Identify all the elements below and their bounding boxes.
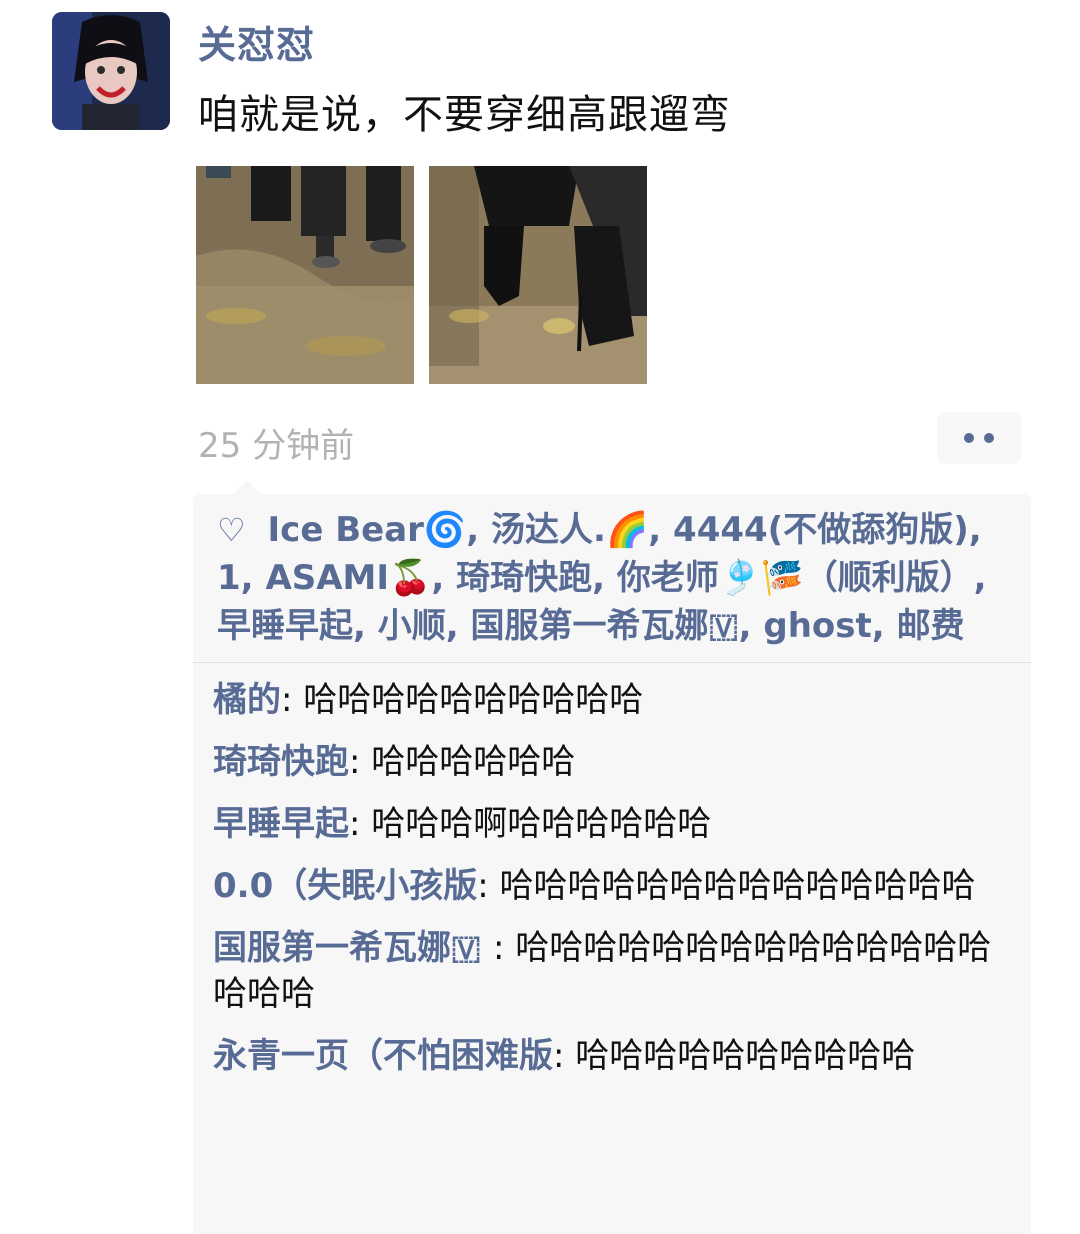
comment-text: 哈哈哈哈哈哈哈哈哈哈 <box>575 1036 916 1076</box>
comment-user[interactable]: 永青一页（不怕困难版 <box>213 1036 553 1076</box>
like-user[interactable]: 你老师🎐🎏（顺利版） <box>617 558 974 598</box>
comment-user[interactable]: 0.0（失眠小孩版 <box>213 866 477 906</box>
two-dots-icon-dot <box>984 433 994 443</box>
comment-text: 哈哈哈哈哈哈哈哈哈哈 <box>303 680 644 720</box>
comment-item[interactable]: 橘的: 哈哈哈哈哈哈哈哈哈哈 <box>213 677 1011 723</box>
post-text: 咱就是说，不要穿细高跟遛弯 <box>198 92 731 138</box>
two-dots-icon <box>964 433 974 443</box>
like-user[interactable]: 邮费 <box>897 606 965 646</box>
post-author[interactable]: 关怼怼 <box>198 14 315 69</box>
comment-item[interactable]: 永青一页（不怕困难版: 哈哈哈哈哈哈哈哈哈哈 <box>213 1033 1011 1079</box>
like-user[interactable]: ghost <box>763 606 871 646</box>
comment-list: 橘的: 哈哈哈哈哈哈哈哈哈哈 琦琦快跑: 哈哈哈哈哈哈 早睡早起: 哈哈哈啊哈哈… <box>193 663 1031 1079</box>
comment-user[interactable]: 琦琦快跑 <box>213 742 349 782</box>
comment-user[interactable]: 早睡早起 <box>213 804 349 844</box>
post-photo-1[interactable] <box>196 166 414 384</box>
comment-item[interactable]: 国服第一希瓦娜🇻 : 哈哈哈哈哈哈哈哈哈哈哈哈哈哈哈哈哈 <box>213 925 1011 1017</box>
like-user[interactable]: Ice Bear🌀 <box>268 510 467 550</box>
comment-item[interactable]: 0.0（失眠小孩版: 哈哈哈哈哈哈哈哈哈哈哈哈哈哈 <box>213 863 1011 909</box>
avatar-image <box>52 12 170 130</box>
post-photo-2[interactable] <box>429 166 647 384</box>
like-user[interactable]: 国服第一希瓦娜🇻 <box>471 606 739 646</box>
comment-user[interactable]: 橘的 <box>213 680 281 720</box>
heart-outline-icon: ♡ <box>217 511 246 549</box>
comment-item[interactable]: 琦琦快跑: 哈哈哈哈哈哈 <box>213 739 1011 785</box>
like-user[interactable]: 汤达人.🌈 <box>491 510 648 550</box>
like-user[interactable]: 1 <box>217 558 241 598</box>
like-user[interactable]: 琦琦快跑 <box>456 558 592 598</box>
like-user[interactable]: 小顺 <box>378 606 446 646</box>
interaction-panel: ♡ Ice Bear🌀, 汤达人.🌈, 4444(不做舔狗版), 1, ASAM… <box>193 480 1031 1234</box>
comment-user[interactable]: 国服第一希瓦娜🇻 <box>213 928 493 968</box>
comment-text: 哈哈哈哈哈哈 <box>371 742 576 782</box>
comment-item[interactable]: 早睡早起: 哈哈哈啊哈哈哈哈哈哈 <box>213 801 1011 847</box>
more-actions-button[interactable] <box>937 412 1021 464</box>
likes-list: ♡ Ice Bear🌀, 汤达人.🌈, 4444(不做舔狗版), 1, ASAM… <box>217 510 987 646</box>
comment-text: 哈哈哈啊哈哈哈哈哈哈 <box>371 804 712 844</box>
comment-text: 哈哈哈哈哈哈哈哈哈哈哈哈哈哈 <box>499 866 976 906</box>
like-user[interactable]: 4444(不做舔狗版) <box>673 510 969 550</box>
avatar[interactable] <box>52 12 170 130</box>
like-user[interactable]: ASAMI🍒 <box>265 558 431 598</box>
like-user[interactable]: 早睡早起 <box>217 606 353 646</box>
post-timestamp: 25 分钟前 <box>198 426 355 466</box>
